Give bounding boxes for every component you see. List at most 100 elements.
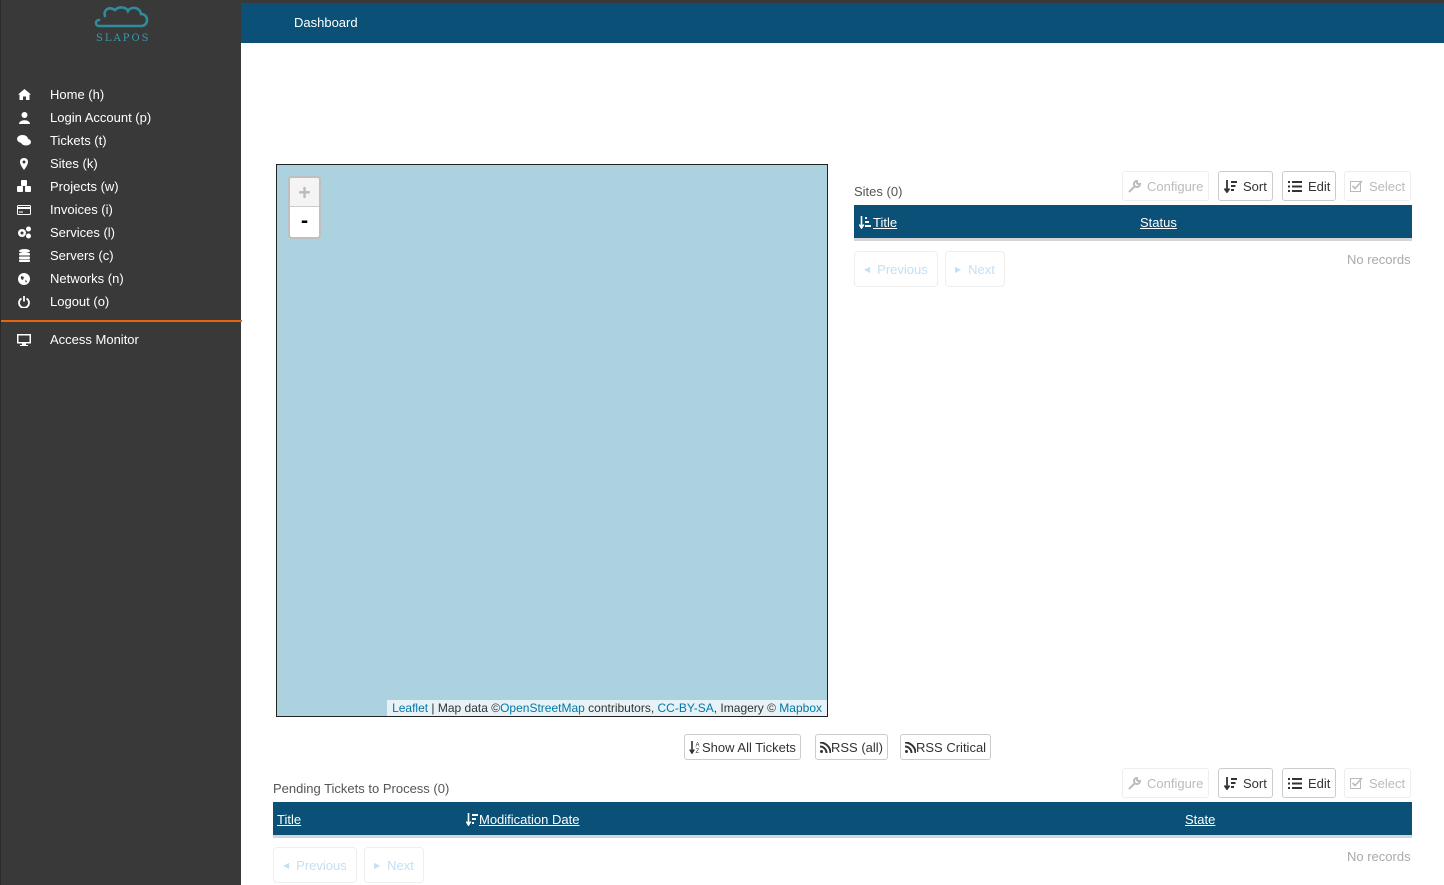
cogs-icon: [16, 225, 32, 241]
column-header-label: Title: [873, 215, 898, 230]
sidebar-item-invoices[interactable]: Invoices (i): [1, 198, 242, 221]
sidebar-item-home[interactable]: Home (h): [1, 83, 242, 106]
button-label: Sort: [1243, 775, 1267, 791]
button-label: Edit: [1308, 178, 1331, 194]
caret-right-icon: ▶: [955, 264, 962, 274]
svg-text:A: A: [696, 742, 700, 748]
sidebar-item-servers[interactable]: Servers (c): [1, 244, 242, 267]
sidebar-item-login-account[interactable]: Login Account (p): [1, 106, 242, 129]
logo-text: SLAPOS: [96, 33, 151, 44]
sidebar-item-label: Login Account (p): [50, 110, 152, 125]
wrench-icon: [1128, 776, 1141, 790]
button-label: Edit: [1308, 775, 1331, 791]
attribution-text: contributors,: [584, 701, 658, 715]
sidebar-item-label: Access Monitor: [50, 332, 139, 347]
list-icon: [1288, 777, 1302, 789]
main-nav: Home (h) Login Account (p) Tickets (t) S…: [1, 83, 242, 313]
button-label: Next: [968, 261, 995, 277]
sites-table-header: Title Status: [854, 205, 1412, 241]
rss-icon: [905, 741, 916, 753]
map-zoom-control: + -: [288, 176, 321, 239]
rss-critical-button[interactable]: RSS Critical: [900, 734, 992, 760]
sidebar-item-label: Services (l): [50, 225, 116, 240]
sort-icon: [1224, 179, 1237, 193]
page-title: Dashboard: [294, 15, 358, 30]
mapbox-link[interactable]: Mapbox: [779, 701, 822, 715]
rss-all-button[interactable]: RSS (all): [815, 734, 889, 760]
sidebar-item-sites[interactable]: Sites (k): [1, 152, 242, 175]
sites-select-button[interactable]: Select: [1344, 171, 1412, 201]
leaflet-link[interactable]: Leaflet: [392, 701, 428, 715]
button-label: Previous: [296, 857, 347, 873]
sites-previous-button[interactable]: ◀ Previous: [854, 251, 938, 287]
sort-alpha-icon: AZ: [689, 740, 702, 754]
column-header-label: State: [1185, 812, 1216, 827]
sites-sort-button[interactable]: Sort: [1218, 171, 1273, 201]
sidebar-item-label: Networks (n): [50, 271, 124, 286]
sites-empty-message: No records: [1347, 252, 1411, 267]
map-zoom-in-button[interactable]: +: [290, 178, 319, 207]
tickets-sort-button[interactable]: Sort: [1218, 768, 1273, 798]
sites-map[interactable]: + - Leaflet | Map data ©OpenStreetMap co…: [276, 164, 828, 717]
column-header-state[interactable]: State: [1185, 812, 1215, 827]
sites-title: Sites (0): [854, 184, 903, 199]
rss-icon: [820, 741, 831, 753]
sidebar-item-networks[interactable]: Networks (n): [1, 267, 242, 290]
sidebar-item-services[interactable]: Services (l): [1, 221, 242, 244]
sort-icon: [1224, 776, 1237, 790]
sidebar-item-projects[interactable]: Projects (w): [1, 175, 242, 198]
power-icon: [16, 294, 32, 310]
button-label: Sort: [1243, 178, 1267, 194]
column-header-title[interactable]: Title: [859, 215, 897, 230]
button-label: Configure: [1147, 775, 1204, 791]
column-header-modification-date[interactable]: Modification Date: [466, 812, 579, 827]
button-label: Previous: [877, 261, 928, 277]
button-label: Next: [387, 857, 414, 873]
secondary-nav: Access Monitor: [1, 328, 242, 351]
sidebar-item-label: Projects (w): [50, 179, 119, 194]
button-label: RSS (all): [831, 739, 884, 755]
sidebar-item-label: Tickets (t): [50, 133, 107, 148]
cloud-logo-icon: [94, 6, 149, 28]
sidebar-divider: [1, 320, 242, 322]
sidebar-item-tickets[interactable]: Tickets (t): [1, 129, 242, 152]
caret-left-icon: ◀: [864, 264, 871, 274]
column-header-status[interactable]: Status: [1140, 215, 1177, 230]
sort-descending-icon: [466, 813, 478, 826]
sidebar-item-label: Home (h): [50, 87, 105, 102]
tickets-configure-button[interactable]: Configure: [1122, 768, 1210, 798]
tickets-empty-message: No records: [1347, 849, 1411, 864]
column-header-title[interactable]: Title: [277, 812, 301, 827]
sites-next-button[interactable]: ▶ Next: [945, 251, 1005, 287]
list-icon: [1288, 180, 1302, 192]
tickets-table-header: Title Modification Date State: [273, 802, 1412, 838]
tickets-next-button[interactable]: ▶ Next: [364, 847, 424, 883]
user-icon: [16, 110, 32, 126]
openstreetmap-link[interactable]: OpenStreetMap: [500, 701, 585, 715]
attribution-text: , Imagery ©: [713, 701, 780, 715]
button-label: Select: [1369, 775, 1406, 791]
tickets-previous-button[interactable]: ◀ Previous: [273, 847, 357, 883]
map-zoom-out-button[interactable]: -: [290, 207, 319, 236]
column-header-label: Modification Date: [479, 812, 580, 827]
show-all-tickets-button[interactable]: AZ Show All Tickets: [684, 734, 801, 760]
sites-edit-button[interactable]: Edit: [1282, 171, 1337, 201]
cc-by-sa-link[interactable]: CC-BY-SA: [658, 701, 714, 715]
comments-icon: [16, 133, 32, 149]
button-label: Configure: [1147, 178, 1204, 194]
tickets-edit-button[interactable]: Edit: [1282, 768, 1337, 798]
column-header-label: Status: [1140, 215, 1177, 230]
check-square-icon: [1350, 777, 1363, 789]
sort-ascending-icon: [859, 216, 871, 229]
sites-configure-button[interactable]: Configure: [1122, 171, 1210, 201]
tickets-select-button[interactable]: Select: [1344, 768, 1412, 798]
button-label: Select: [1369, 178, 1406, 194]
wrench-icon: [1128, 179, 1141, 193]
attribution-text: | Map data ©: [428, 701, 501, 715]
sidebar-item-access-monitor[interactable]: Access Monitor: [1, 328, 242, 351]
sidebar-item-logout[interactable]: Logout (o): [1, 290, 242, 313]
sidebar: SLAPOS Home (h) Login Account (p) Ticket…: [0, 0, 242, 885]
map-attribution: Leaflet | Map data ©OpenStreetMap contri…: [387, 700, 827, 716]
globe-icon: [16, 271, 32, 287]
column-header-label: Title: [277, 812, 302, 827]
